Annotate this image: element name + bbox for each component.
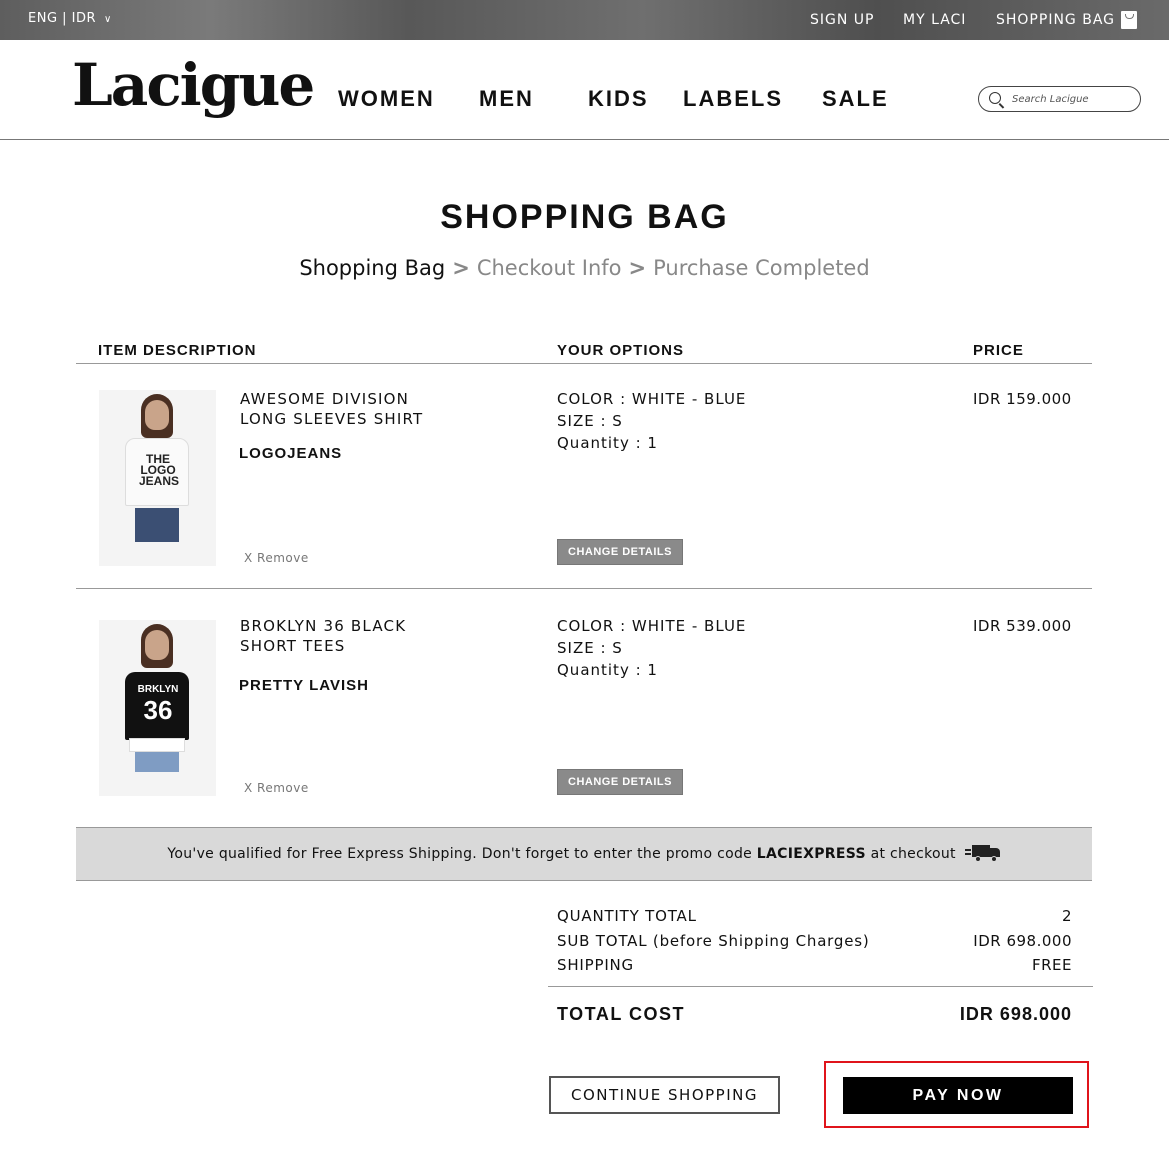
column-header-item-description: ITEM DESCRIPTION — [98, 342, 257, 359]
option-quantity: Quantity : 1 — [557, 434, 658, 452]
shopping-bag-link[interactable]: SHOPPING BAG — [996, 12, 1115, 28]
total-cost-value: IDR 698.000 — [959, 1004, 1072, 1024]
chevron-down-icon: ∨ — [104, 14, 112, 25]
breadcrumb-separator: > — [628, 256, 647, 280]
item-options: COLOR : WHITE - BLUE SIZE : S Quantity :… — [557, 388, 746, 454]
option-color: COLOR : WHITE - BLUE — [557, 617, 747, 635]
subtotal-label: SUB TOTAL (before Shipping Charges) — [557, 932, 870, 950]
nav-kids[interactable]: KIDS — [588, 86, 649, 112]
nav-sale[interactable]: SALE — [822, 86, 889, 112]
product-name-line: BROKLYN 36 BLACK — [240, 617, 407, 635]
option-color: COLOR : WHITE - BLUE — [557, 390, 747, 408]
shipping-label: SHIPPING — [557, 956, 634, 974]
white-shirt-hem-shape — [129, 738, 185, 752]
item-price: IDR 539.000 — [973, 617, 1072, 635]
product-name[interactable]: AWESOME DIVISION LONG SLEEVES SHIRT — [240, 389, 423, 429]
search-input[interactable] — [1012, 91, 1132, 107]
item-options: COLOR : WHITE - BLUE SIZE : S Quantity :… — [557, 615, 746, 681]
jeans-shape — [135, 508, 179, 542]
main-header: Lacigue WOMEN MEN KIDS LABELS SALE — [0, 40, 1169, 140]
delivery-truck-icon — [964, 845, 1001, 862]
remove-item-link[interactable]: X Remove — [244, 781, 309, 795]
subtotal-value: IDR 698.000 — [973, 932, 1072, 950]
product-brand[interactable]: PRETTY LAVISH — [239, 677, 369, 694]
nav-women[interactable]: WOMEN — [338, 86, 435, 112]
product-image-awesome-division-shirt[interactable]: THE LOGO JEANS — [99, 390, 216, 566]
option-quantity: Quantity : 1 — [557, 661, 658, 679]
breadcrumb-step-checkout-info: Checkout Info — [476, 256, 622, 280]
shirt-print-line: 36 — [143, 695, 173, 725]
product-name-line: LONG SLEEVES SHIRT — [240, 410, 424, 428]
shopping-bag-icon[interactable] — [1121, 11, 1137, 29]
search-box[interactable] — [978, 86, 1141, 112]
promo-message: You've qualified for Free Express Shippi… — [76, 845, 1092, 862]
column-header-price: PRICE — [973, 342, 1024, 359]
shirt-print-text: THE LOGO JEANS — [139, 453, 180, 488]
column-header-your-options: YOUR OPTIONS — [557, 342, 685, 359]
shirt-print-line: BRKLYN — [137, 684, 179, 695]
quantity-total-label: QUANTITY TOTAL — [557, 907, 697, 925]
pay-now-button[interactable]: PAY NOW — [843, 1077, 1073, 1114]
product-name[interactable]: BROKLYN 36 BLACK SHORT TEES — [240, 616, 406, 656]
remove-item-link[interactable]: X Remove — [244, 551, 309, 565]
site-logo[interactable]: Lacigue — [72, 51, 315, 119]
shirt-print-line: JEANS — [139, 474, 180, 488]
divider — [76, 588, 1092, 589]
top-bar: ENG | IDR ∨ SIGN UP MY LACI SHOPPING BAG — [0, 0, 1169, 40]
page-title: SHOPPING BAG — [440, 198, 729, 236]
continue-shopping-button[interactable]: CONTINUE SHOPPING — [549, 1076, 780, 1114]
divider — [76, 363, 1092, 364]
item-price: IDR 159.000 — [973, 390, 1072, 408]
free-shipping-banner: You've qualified for Free Express Shippi… — [76, 827, 1092, 881]
option-size: SIZE : S — [557, 639, 623, 657]
breadcrumb-step-shopping-bag: Shopping Bag — [299, 256, 446, 280]
change-details-button[interactable]: CHANGE DETAILS — [557, 539, 683, 565]
promo-text: You've qualified for Free Express Shippi… — [167, 846, 757, 862]
my-laci-link[interactable]: MY LACI — [903, 12, 966, 28]
product-name-line: AWESOME DIVISION — [240, 390, 410, 408]
breadcrumb-step-purchase-completed: Purchase Completed — [653, 256, 870, 280]
promo-code: LACIEXPRESS — [756, 846, 866, 862]
shirt-print-text: BRKLYN 36 — [133, 684, 183, 723]
model-head-shape — [145, 400, 169, 430]
breadcrumb: Shopping Bag > Checkout Info > Purchase Comp… — [0, 256, 1169, 280]
change-details-button[interactable]: CHANGE DETAILS — [557, 769, 683, 795]
denim-shorts-shape — [135, 752, 179, 772]
search-icon[interactable] — [989, 92, 1001, 104]
total-cost-label: TOTAL COST — [557, 1004, 686, 1024]
product-name-line: SHORT TEES — [240, 637, 346, 655]
quantity-total-value: 2 — [1061, 907, 1072, 925]
breadcrumb-separator: > — [452, 256, 470, 280]
shipping-value: FREE — [1031, 956, 1072, 974]
language-currency-selector[interactable]: ENG | IDR ∨ — [28, 11, 112, 26]
nav-labels[interactable]: LABELS — [683, 86, 783, 112]
nav-men[interactable]: MEN — [479, 86, 534, 112]
sign-up-link[interactable]: SIGN UP — [810, 12, 874, 28]
model-head-shape — [145, 630, 169, 660]
option-size: SIZE : S — [557, 412, 623, 430]
product-image-broklyn-36-tee[interactable]: BRKLYN 36 — [99, 620, 216, 796]
language-currency-label: ENG | IDR — [28, 11, 97, 26]
promo-text: at checkout — [865, 846, 956, 862]
product-brand[interactable]: LOGOJEANS — [239, 445, 342, 462]
divider — [548, 986, 1093, 987]
